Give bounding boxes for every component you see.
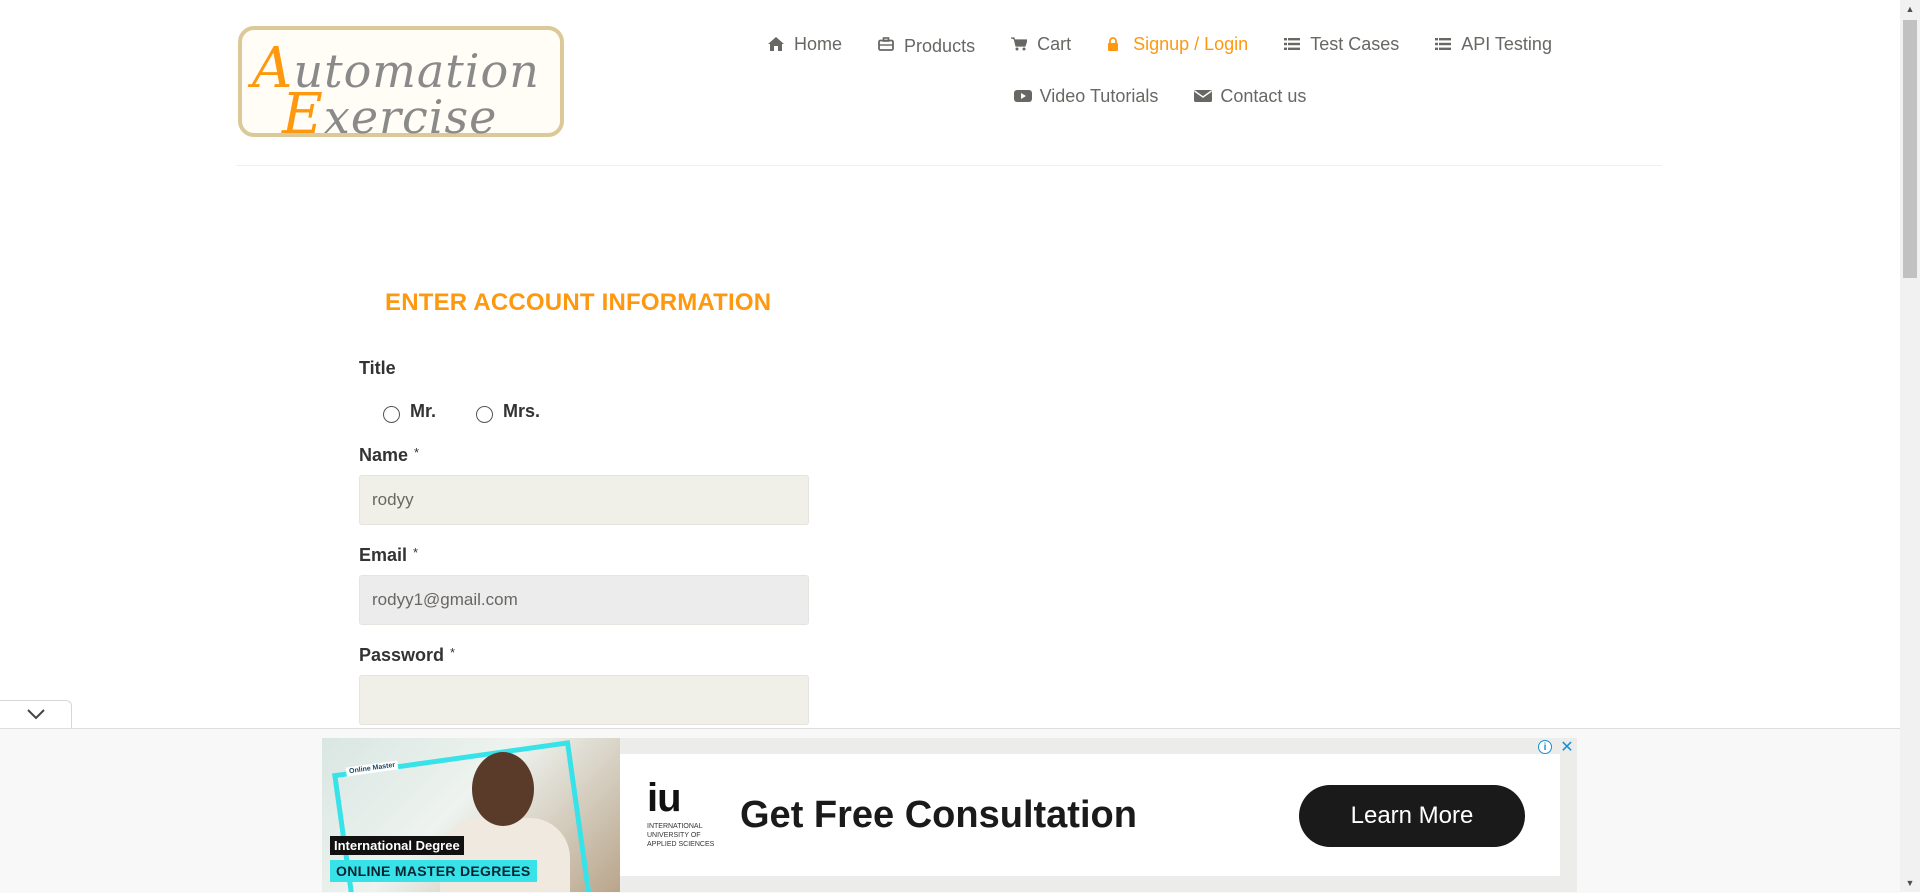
ad-learn-more-button[interactable]: Learn More (1299, 785, 1525, 847)
envelope-icon (1194, 89, 1213, 103)
ad-tag-degree: International Degree (330, 836, 464, 855)
nav-video-tutorials[interactable]: Video Tutorials (996, 86, 1177, 106)
nav-signup-login[interactable]: Signup / Login (1089, 34, 1266, 54)
scroll-up-arrow-icon[interactable]: ▲ (1900, 0, 1920, 18)
nav-cart[interactable]: Cart (993, 34, 1089, 54)
ad-headline: Get Free Consultation (740, 794, 1137, 836)
name-label-text: Name (359, 445, 409, 465)
email-label-text: Email (359, 545, 408, 565)
nav-contact-us[interactable]: Contact us (1176, 86, 1324, 106)
ad-brand-logo: iu INTERNATIONAL UNIVERSITY OF APPLIED S… (647, 778, 727, 849)
site-logo[interactable]: Automation Exercise (238, 26, 564, 147)
info-icon[interactable]: i (1538, 740, 1552, 754)
email-label: Email * (359, 545, 418, 566)
scrollbar-thumb[interactable] (1903, 20, 1917, 278)
radio-mr[interactable]: Mr. (383, 400, 436, 423)
ad-brand-short: iu (647, 776, 682, 820)
ad-banner[interactable]: Online Master International Degree ONLIN… (322, 738, 1577, 892)
ad-brand-full: INTERNATIONAL UNIVERSITY OF APPLIED SCIE… (647, 823, 715, 848)
list-icon (1435, 37, 1453, 51)
chevron-down-icon (26, 707, 46, 725)
nav-api-testing-label: API Testing (1461, 33, 1552, 54)
nav-home-label: Home (794, 33, 843, 54)
radio-mrs-label: Mrs. (503, 401, 541, 421)
logo-initial-e: E (282, 82, 324, 147)
youtube-icon (1013, 89, 1032, 103)
name-input[interactable]: rodyy (359, 475, 809, 525)
list-icon (1284, 37, 1302, 51)
password-label: Password * (359, 645, 455, 666)
home-icon (768, 37, 786, 51)
header-divider (236, 165, 1662, 166)
ad-photo: Online Master International Degree ONLIN… (322, 738, 620, 892)
nav-cart-label: Cart (1037, 33, 1072, 54)
title-label: Title (359, 358, 396, 378)
logo-line-2: Exercise (282, 82, 497, 147)
form-heading: ENTER ACCOUNT INFORMATION (385, 289, 772, 316)
radio-mr-label: Mr. (410, 401, 437, 421)
radio-mr-circle[interactable] (383, 406, 400, 423)
briefcase-icon (878, 37, 896, 51)
nav-test-cases[interactable]: Test Cases (1266, 34, 1417, 54)
name-label: Name * (359, 445, 419, 466)
logo-word-2: xercise (323, 90, 498, 144)
required-mark: * (414, 445, 420, 460)
required-mark: * (450, 645, 456, 660)
close-icon[interactable]: ✕ (1558, 738, 1576, 756)
nav-products[interactable]: Products (860, 34, 993, 56)
radio-mrs[interactable]: Mrs. (476, 400, 540, 423)
scroll-down-arrow-icon[interactable]: ▼ (1900, 874, 1920, 892)
nav-contact-us-label: Contact us (1220, 85, 1307, 106)
page-scrollbar[interactable]: ▲ ▼ (1900, 0, 1920, 892)
title-radio-group: Mr. Mrs. (383, 400, 540, 423)
nav-test-cases-label: Test Cases (1310, 33, 1400, 54)
email-input[interactable]: rodyy1@gmail.com (359, 575, 809, 625)
password-input[interactable] (359, 675, 809, 725)
nav-video-tutorials-label: Video Tutorials (1039, 85, 1159, 106)
nav-products-label: Products (904, 35, 976, 56)
password-label-text: Password (359, 645, 445, 665)
cart-icon (1011, 37, 1029, 51)
ad-collapse-tab[interactable] (0, 700, 72, 730)
required-mark: * (413, 545, 419, 560)
ad-photo-person-head (472, 752, 534, 826)
radio-mrs-circle[interactable] (476, 406, 494, 423)
nav-signup-login-label: Signup / Login (1133, 33, 1249, 54)
nav-api-testing[interactable]: API Testing (1417, 34, 1570, 54)
nav-home[interactable]: Home (750, 34, 860, 54)
ad-tag-program: ONLINE MASTER DEGREES (330, 860, 537, 882)
main-nav: Home Products Cart Signup / Login Test C… (700, 34, 1620, 106)
lock-icon (1107, 37, 1125, 51)
